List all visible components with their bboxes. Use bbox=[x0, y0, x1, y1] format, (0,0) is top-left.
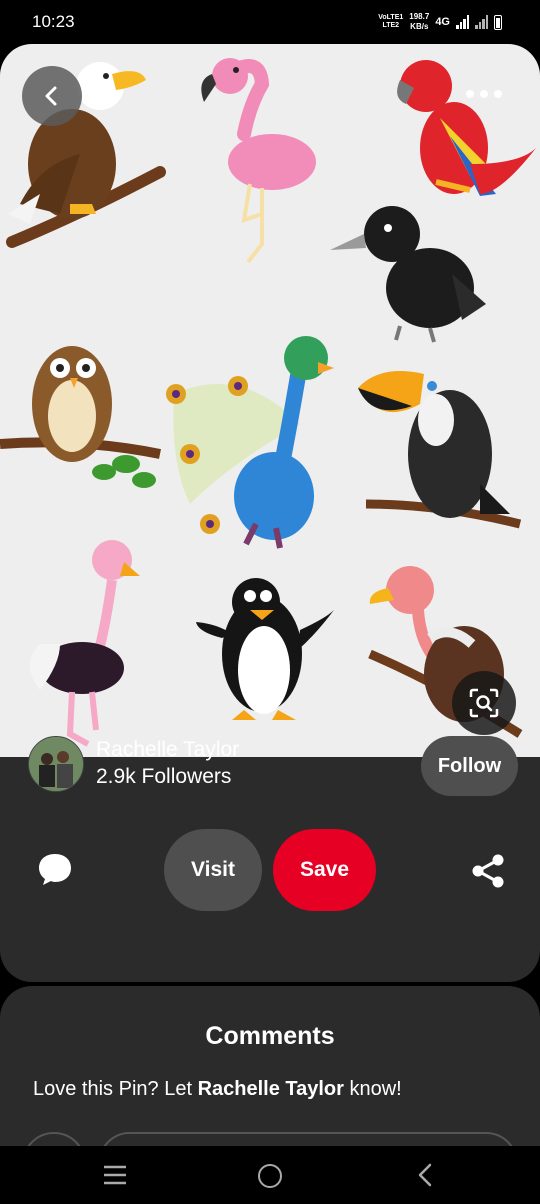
creator-name[interactable]: Rachelle Taylor bbox=[96, 738, 239, 762]
avatar-image bbox=[29, 737, 83, 791]
flamingo-illustration bbox=[201, 58, 316, 264]
volte-line2: LTE2 bbox=[382, 22, 400, 29]
network-type: 4G bbox=[435, 16, 450, 28]
comments-section: Comments Love this Pin? Let Rachelle Tay… bbox=[0, 986, 540, 1156]
peacock-illustration bbox=[166, 336, 334, 549]
visual-search-icon bbox=[469, 688, 499, 718]
nav-back-icon[interactable] bbox=[414, 1162, 438, 1188]
crow-illustration bbox=[330, 206, 486, 343]
share-icon[interactable] bbox=[468, 851, 508, 891]
volte-indicator: VoLTE1 LTE2 bbox=[378, 14, 403, 30]
visual-search-button[interactable] bbox=[452, 671, 516, 735]
creator-avatar[interactable] bbox=[28, 736, 84, 792]
status-time: 10:23 bbox=[32, 12, 75, 31]
comments-title: Comments bbox=[205, 1022, 335, 1050]
save-button[interactable]: Save bbox=[273, 829, 376, 911]
battery-icon bbox=[494, 14, 502, 30]
more-horizontal-icon bbox=[466, 90, 502, 98]
network-speed-value: 198.7 bbox=[409, 12, 430, 21]
home-icon[interactable] bbox=[258, 1164, 282, 1188]
signal-strength-sim2-icon bbox=[475, 15, 488, 29]
follow-button[interactable]: Follow bbox=[421, 736, 518, 796]
comments-prompt: Love this Pin? Let Rachelle Taylor know! bbox=[33, 1078, 402, 1101]
pin-image[interactable] bbox=[0, 44, 540, 757]
recent-apps-icon[interactable] bbox=[102, 1164, 128, 1186]
toucan-illustration bbox=[358, 371, 522, 529]
back-button[interactable] bbox=[22, 66, 82, 126]
comments-prompt-before: Love this Pin? Let bbox=[33, 1078, 198, 1100]
chevron-left-icon bbox=[45, 86, 57, 106]
network-speed: 198.7 KB/s bbox=[409, 12, 429, 32]
penguin-illustration bbox=[196, 578, 334, 720]
creator-followers: 2.9k Followers bbox=[96, 765, 232, 788]
network-speed-unit: KB/s bbox=[410, 22, 429, 31]
comments-prompt-creator: Rachelle Taylor bbox=[197, 1078, 344, 1100]
visit-button[interactable]: Visit bbox=[164, 829, 262, 911]
ostrich-illustration bbox=[30, 540, 140, 747]
status-bar: 10:23 VoLTE1 LTE2 198.7 KB/s 4G bbox=[0, 0, 540, 44]
status-icons: VoLTE1 LTE2 198.7 KB/s 4G bbox=[378, 10, 502, 34]
more-options-button[interactable] bbox=[452, 72, 516, 116]
signal-strength-icon bbox=[456, 15, 469, 29]
pin-card: Rachelle Taylor 2.9k Followers Follow Vi… bbox=[0, 44, 540, 982]
birds-illustration bbox=[0, 58, 536, 747]
comment-icon[interactable] bbox=[36, 850, 74, 888]
comments-prompt-after: know! bbox=[343, 1078, 402, 1100]
system-nav-bar bbox=[0, 1146, 540, 1204]
owl-illustration bbox=[0, 346, 161, 488]
volte-line1: VoLTE1 bbox=[378, 14, 404, 21]
